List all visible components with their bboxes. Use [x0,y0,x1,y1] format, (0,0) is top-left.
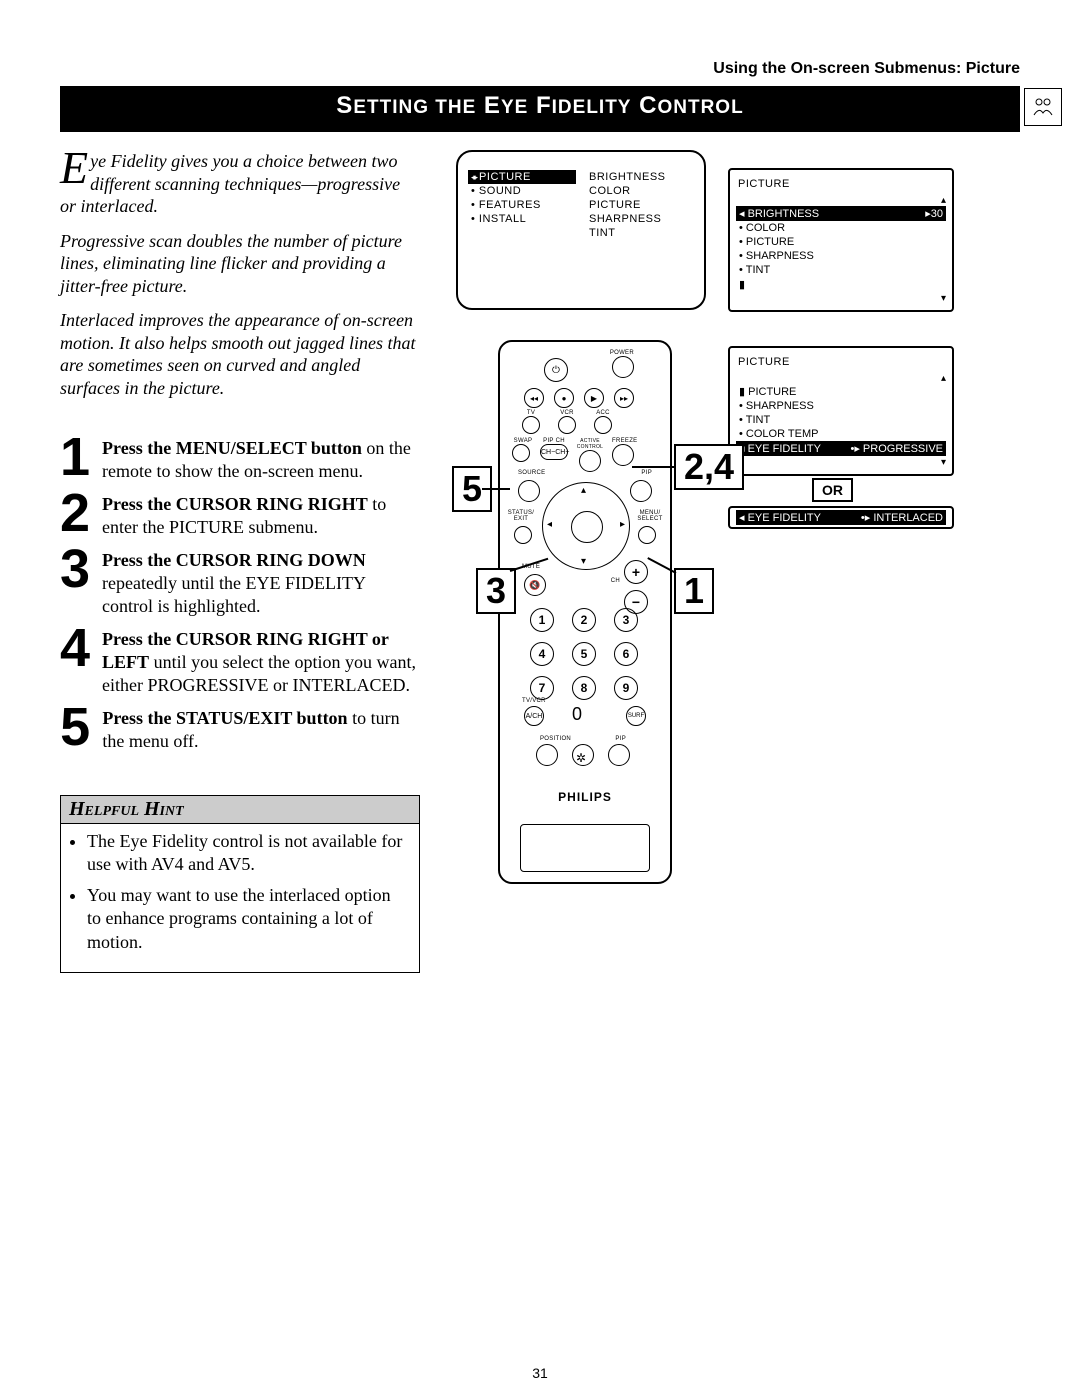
settings-button[interactable] [572,744,594,766]
play-button[interactable]: ▶ [584,388,604,408]
section-title-bar: SETTING THE EYE FIDELITY CONTROL [60,86,1020,132]
ffwd-button[interactable]: ▸▸ [614,388,634,408]
source-button[interactable] [518,480,540,502]
num-4[interactable]: 4 [530,642,554,666]
ch-up-button[interactable]: + [624,560,648,584]
section-icon [1024,88,1062,126]
pip-size-button[interactable] [608,744,630,766]
callout-1: 1 [674,568,714,614]
cursor-ring[interactable]: ▴ ▾ ◂ ▸ [542,482,630,570]
freeze-button[interactable] [612,444,634,466]
num-0[interactable]: 0 [572,704,582,725]
intro-text: Eye Fidelity gives you a choice between … [60,150,420,399]
callout-3: 3 [476,568,516,614]
callout-2-4: 2,4 [674,444,744,490]
active-control-button[interactable] [579,450,601,472]
num-3[interactable]: 3 [614,608,638,632]
numpad: 1 2 3 4 5 6 7 8 9 [530,608,640,700]
helpful-hint-box: Helpful Hint The Eye Fidelity control is… [60,795,420,972]
rewind-button[interactable]: ◂◂ [524,388,544,408]
num-2[interactable]: 2 [572,608,596,632]
hint-title: Helpful Hint [61,796,419,824]
brand-logo: PHILIPS [500,790,670,804]
step-3: 3 Press the CURSOR RING DOWN repeatedly … [60,545,420,618]
osd-main-menu: PICTURE SOUND FEATURES INSTALL BRIGHTNES… [456,150,706,310]
power-button[interactable] [612,356,634,378]
osd-picture-brightness: PICTURE ◂ BRIGHTNESS▸30 COLOR PICTURE SH… [728,168,954,312]
standby-button[interactable]: ⏻ [544,358,568,382]
cursor-ok-button[interactable] [571,511,603,543]
hint-item: The Eye Fidelity control is not availabl… [87,830,409,876]
menu-select-button[interactable] [638,526,656,544]
hint-item: You may want to use the interlaced optio… [87,884,409,953]
pipch-button[interactable]: CH−CH+ [540,444,568,460]
section-title: SETTING THE EYE FIDELITY CONTROL [60,92,1020,120]
mute-button[interactable]: 🔇 [524,574,546,596]
transport-row: ◂◂ ● ▶ ▸▸ [524,388,634,408]
record-button[interactable]: ● [554,388,574,408]
step-5: 5 Press the STATUS/EXIT button to turn t… [60,703,420,753]
osd-picture-eyefidelity: PICTURE ▮ PICTURE SHARPNESS TINT COLOR T… [728,346,954,476]
status-exit-button[interactable] [514,526,532,544]
step-1: 1 Press the MENU/SELECT button on the re… [60,433,420,483]
osd-eyefidelity-interlaced: ◂ EYE FIDELITY•▸ INTERLACED [728,506,954,529]
or-label: OR [812,478,853,502]
step-2: 2 Press the CURSOR RING RIGHT to enter t… [60,489,420,539]
intro-p1: ye Fidelity gives you a choice between t… [60,151,400,216]
intro-p3: Interlaced improves the appearance of on… [60,309,420,399]
num-1[interactable]: 1 [530,608,554,632]
diagram: PICTURE SOUND FEATURES INSTALL BRIGHTNES… [456,150,1020,890]
num-7[interactable]: 7 [530,676,554,700]
vcr-mode-button[interactable] [558,416,576,434]
num-5[interactable]: 5 [572,642,596,666]
remote-panel [520,824,650,872]
step-4: 4 Press the CURSOR RING RIGHT or LEFT un… [60,624,420,697]
tv-mode-button[interactable] [522,416,540,434]
swap-button[interactable] [512,444,530,462]
dropcap: E [60,150,90,186]
acc-mode-button[interactable] [594,416,612,434]
page-number: 31 [0,1365,1080,1381]
pip-button[interactable] [630,480,652,502]
position-button[interactable] [536,744,558,766]
intro-p2: Progressive scan doubles the number of p… [60,230,420,298]
num-9[interactable]: 9 [614,676,638,700]
surf-button[interactable]: SURF [626,706,646,726]
ach-button[interactable]: A/CH [524,706,544,726]
steps-list: 1 Press the MENU/SELECT button on the re… [60,433,420,753]
num-6[interactable]: 6 [614,642,638,666]
breadcrumb: Using the On-screen Submenus: Picture [60,60,1020,78]
num-8[interactable]: 8 [572,676,596,700]
remote-control: POWER ⏻ ◂◂ ● ▶ ▸▸ TV VCR ACC [498,340,672,884]
